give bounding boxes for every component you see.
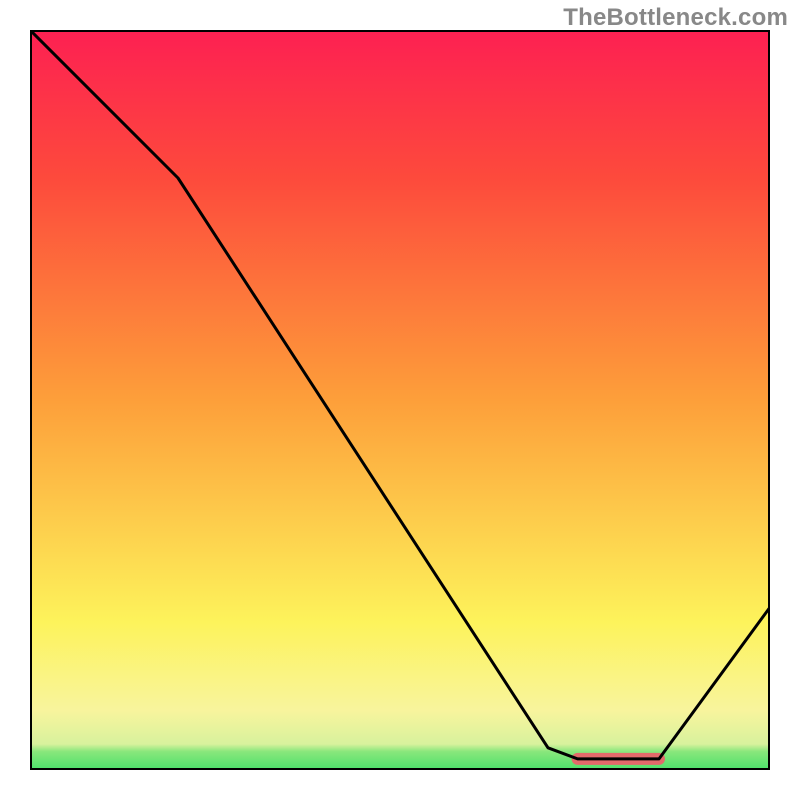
chart-svg bbox=[30, 30, 770, 770]
chart-canvas: TheBottleneck.com bbox=[0, 0, 800, 800]
chart-plot bbox=[30, 30, 770, 770]
watermark: TheBottleneck.com bbox=[563, 4, 788, 32]
